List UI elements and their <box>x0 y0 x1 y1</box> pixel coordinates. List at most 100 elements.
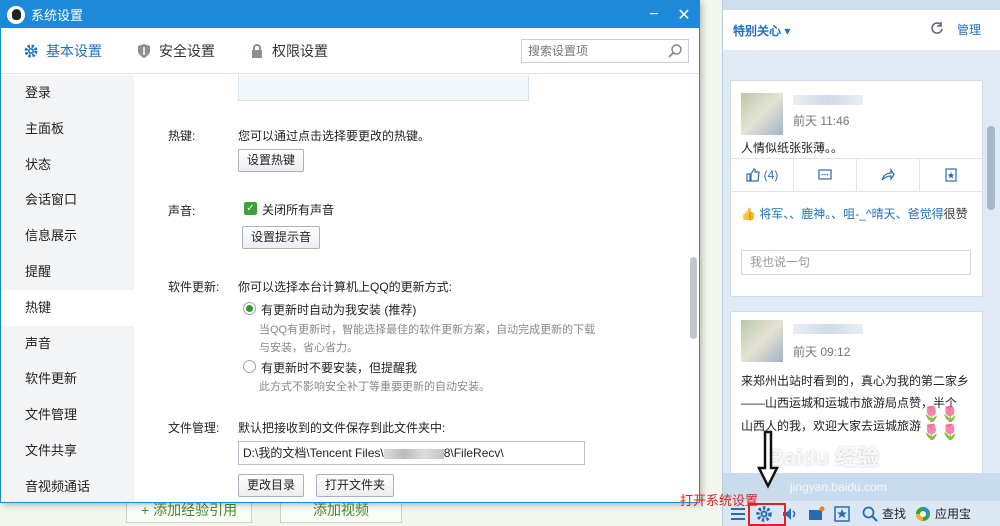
sidebar-item-info-display[interactable]: 信息展示 <box>1 218 134 254</box>
file-management-description: 默认把接收到的文件保存到此文件夹中: <box>238 421 446 435</box>
update-description: 你可以选择本台计算机上QQ的更新方式: <box>238 280 453 294</box>
change-directory-button[interactable]: 更改目录 <box>238 474 305 497</box>
sidebar-item-status[interactable]: 状态 <box>1 147 134 183</box>
title-bar: 系统设置 − ✕ <box>1 1 699 28</box>
hotkey-label: 热键: <box>168 129 196 143</box>
lock-icon <box>252 43 262 58</box>
like-summary: 👍 将军、、鹿神。、咀-_^晴天、爸觉得很赞 <box>741 205 973 223</box>
search-icon[interactable] <box>667 43 683 59</box>
sidebar-item-hotkey[interactable]: 热键 <box>1 289 134 326</box>
mute-all-label: 关闭所有声音 <box>262 203 335 217</box>
baidu-jingyan-watermark: Baidu 经验 <box>768 445 880 470</box>
like-button[interactable]: (4) <box>731 159 794 191</box>
feed-post-1: 前天 11:46 人情似纸张张薄。。 (4) 👍 将军、、鹿神。、咀-_^晴天、… <box>730 80 983 297</box>
previous-section-box <box>238 75 529 101</box>
sidebar-item-chat-window[interactable]: 会话窗口 <box>1 182 134 218</box>
watermark-url: jingyan.baidu.com <box>790 480 887 494</box>
like-suffix: 很赞 <box>943 207 968 221</box>
search-icon[interactable] <box>861 505 879 523</box>
comment-button[interactable] <box>794 159 857 191</box>
settings-window: 系统设置 − ✕ 基本设置 安全设置 权限设置 登录 主面板 状态 会话窗口 信… <box>0 0 700 503</box>
like-count: (4) <box>763 168 779 182</box>
notify-only-sub: 此方式不影响安全补丁等重要更新的自动安装。 <box>259 381 490 393</box>
tab-label: 基本设置 <box>46 42 102 59</box>
tab-security-settings[interactable]: 安全设置 <box>136 41 215 61</box>
shield-icon <box>138 43 150 58</box>
sidebar-item-login[interactable]: 登录 <box>1 75 134 111</box>
settings-content: 热键: 您可以通过点击选择要更改的热键。 设置热键 声音: ✓ 关闭所有声音 设… <box>134 75 699 502</box>
close-button[interactable]: ✕ <box>669 1 699 28</box>
set-alert-sound-button[interactable]: 设置提示音 <box>242 226 321 249</box>
sidebar-item-file-management[interactable]: 文件管理 <box>1 397 134 433</box>
post-time: 前天 11:46 <box>793 114 850 128</box>
search-input[interactable] <box>522 40 662 62</box>
avatar[interactable] <box>741 320 783 362</box>
share-icon <box>881 168 895 181</box>
minimize-button[interactable]: − <box>639 1 669 28</box>
flower-emojis: 🌷🌷 🌷🌷 <box>922 406 960 441</box>
sound-label: 声音: <box>168 204 196 218</box>
post-actions: (4) <box>731 158 982 192</box>
notify-only-label: 有更新时不要安装，但提醒我 <box>261 361 418 375</box>
sidebar-item-software-update[interactable]: 软件更新 <box>1 361 134 397</box>
post-time: 前天 09:12 <box>793 345 851 359</box>
post-text: 人情似纸张张薄。。 <box>741 141 844 155</box>
special-care-header: 特别关心 ▾ 管理 <box>723 10 1000 50</box>
sidebar-item-file-sharing[interactable]: 文件共享 <box>1 433 134 469</box>
special-care-title[interactable]: 特别关心 ▾ <box>733 22 790 39</box>
favorite-button[interactable] <box>920 159 982 191</box>
tab-permission-settings[interactable]: 权限设置 <box>249 41 328 61</box>
settings-tabs: 基本设置 安全设置 权限设置 <box>1 28 699 74</box>
refresh-icon[interactable] <box>930 21 944 35</box>
set-hotkey-button[interactable]: 设置热键 <box>238 149 305 172</box>
qq-penguin-icon <box>7 5 25 24</box>
sidebar-item-main-panel[interactable]: 主面板 <box>1 111 134 147</box>
auto-install-radio[interactable] <box>243 302 256 315</box>
auto-install-sub-2: 与安装，省心省力。 <box>259 342 358 354</box>
sidebar-item-reminder[interactable]: 提醒 <box>1 254 134 290</box>
redacted-name <box>793 95 863 105</box>
update-label: 软件更新: <box>168 280 220 294</box>
gear-icon <box>24 44 38 57</box>
manage-link[interactable]: 管理 <box>957 21 981 38</box>
thumbs-up-icon <box>746 168 760 182</box>
notify-only-radio[interactable] <box>243 360 256 373</box>
sidebar-item-sound[interactable]: 声音 <box>1 326 134 362</box>
tab-label: 权限设置 <box>272 42 328 59</box>
file-management-label: 文件管理: <box>168 421 220 435</box>
find-button[interactable]: 查找 <box>882 505 906 522</box>
auto-install-sub-1: 当QQ有更新时，智能选择最佳的软件更新方案，自动完成更新的下载 <box>259 324 596 336</box>
content-scrollbar[interactable] <box>690 257 697 339</box>
auto-install-label: 有更新时自动为我安装 (推荐) <box>261 303 417 317</box>
qq-top-tabs <box>723 0 1000 10</box>
sidebar-item-av-call[interactable]: 音视频通话 <box>1 469 134 505</box>
avatar[interactable] <box>741 93 783 135</box>
comment-icon <box>818 169 832 180</box>
save-path-suffix: 8\FileRecv\ <box>443 446 504 460</box>
open-settings-annotation: 打开系统设置 <box>680 493 759 508</box>
post-text-line-1: 来郑州出站时看到的，真心为我的第二家乡 <box>741 374 970 388</box>
save-path-prefix: D:\我的文档\Tencent Files\ <box>243 446 384 460</box>
thumbs-up-icon: 👍 <box>741 207 756 221</box>
save-path-field[interactable]: D:\我的文档\Tencent Files\ 8\FileRecv\ <box>238 441 585 465</box>
window-title: 系统设置 <box>31 8 84 23</box>
down-arrow-annotation <box>757 430 779 489</box>
app-store-icon[interactable] <box>914 505 932 523</box>
settings-search[interactable] <box>521 39 689 63</box>
redacted-account-number <box>383 448 444 459</box>
favorites-star-icon[interactable] <box>833 505 851 523</box>
tab-basic-settings[interactable]: 基本设置 <box>23 41 102 61</box>
feed-scrollbar[interactable] <box>987 126 995 210</box>
share-button[interactable] <box>857 159 920 191</box>
message-manager-icon[interactable] <box>807 505 825 523</box>
favorite-icon <box>945 168 957 182</box>
tab-label: 安全设置 <box>159 42 215 59</box>
open-folder-button[interactable]: 打开文件夹 <box>316 474 395 497</box>
redacted-name <box>793 324 863 334</box>
hotkey-description: 您可以通过点击选择要更改的热键。 <box>238 129 431 143</box>
liker-names[interactable]: 将军、、鹿神。、咀-_^晴天、爸觉得 <box>759 207 943 221</box>
comment-input[interactable]: 我也说一句 <box>741 250 971 275</box>
settings-sidebar: 登录 主面板 状态 会话窗口 信息展示 提醒 热键 声音 软件更新 文件管理 文… <box>1 75 134 502</box>
mute-all-checkbox[interactable]: ✓ <box>244 202 257 215</box>
app-store-button[interactable]: 应用宝 <box>935 505 971 522</box>
